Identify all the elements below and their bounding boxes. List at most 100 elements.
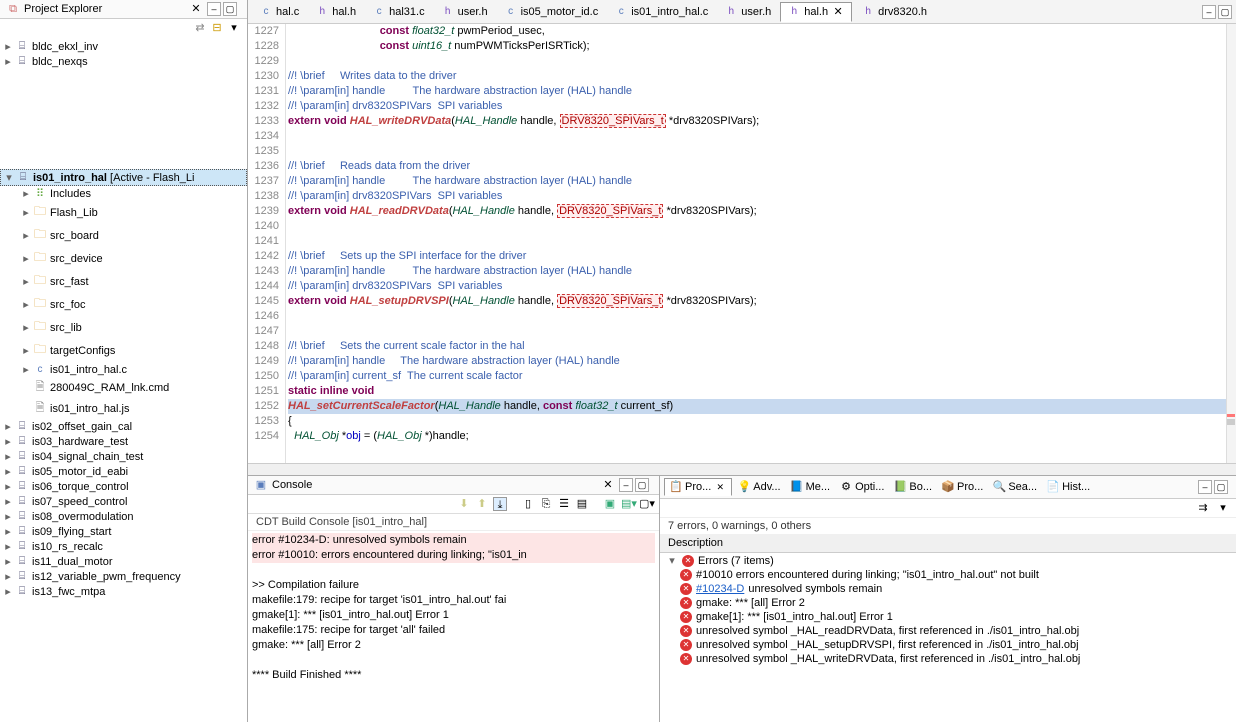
code-content[interactable]: const float32_t pwmPeriod_usec, const ui… bbox=[286, 24, 1236, 463]
editor-tab[interactable]: huser.h bbox=[717, 2, 778, 22]
editor-tab[interactable]: cis01_intro_hal.c bbox=[607, 2, 715, 22]
scroll-lock-icon[interactable]: ⤓ bbox=[493, 497, 507, 511]
project-node[interactable]: ▸ ⌸ is06_torque_control bbox=[0, 479, 247, 494]
expand-icon[interactable]: ▸ bbox=[2, 40, 14, 53]
code-line[interactable]: //! \param[in] drv8320SPIVars SPI variab… bbox=[288, 99, 1236, 114]
code-line[interactable]: //! \brief Sets up the SPI interface for… bbox=[288, 249, 1236, 264]
expand-icon[interactable]: ▸ bbox=[20, 275, 32, 288]
tree-item[interactable]: ▸ 🗀 src_foc bbox=[18, 293, 247, 316]
editor-tab[interactable]: hhal.h bbox=[308, 2, 363, 22]
expand-icon[interactable]: ▸ bbox=[20, 321, 32, 334]
expand-icon[interactable]: ▸ bbox=[2, 540, 14, 553]
tree-item[interactable]: ▸ 🗀 src_fast bbox=[18, 270, 247, 293]
project-node[interactable]: ▸ ⌸ is02_offset_gain_cal bbox=[0, 419, 247, 434]
project-node[interactable]: ▸ ⌸ is12_variable_pwm_frequency bbox=[0, 569, 247, 584]
view-menu-icon[interactable]: ▾ bbox=[1216, 501, 1230, 515]
close-icon[interactable]: ✕ bbox=[831, 5, 845, 19]
expand-icon[interactable]: ▸ bbox=[2, 55, 14, 68]
expand-icon[interactable]: ▸ bbox=[2, 570, 14, 583]
maximize-button[interactable]: ▢ bbox=[223, 2, 237, 16]
expand-icon[interactable]: ▸ bbox=[20, 187, 32, 200]
code-line[interactable]: //! \param[in] drv8320SPIVars SPI variab… bbox=[288, 189, 1236, 204]
expand-icon[interactable]: ▸ bbox=[20, 344, 32, 357]
console-output[interactable]: error #10234-D: unresolved symbols remai… bbox=[248, 531, 659, 722]
code-line[interactable]: extern void HAL_readDRVData(HAL_Handle h… bbox=[288, 204, 1236, 219]
remove-all-icon[interactable]: ▤ bbox=[575, 497, 589, 511]
code-line[interactable]: //! \param[in] handle The hardware abstr… bbox=[288, 354, 1236, 369]
expand-icon[interactable]: ▸ bbox=[2, 435, 14, 448]
project-node[interactable]: ▸ ⌸ is09_flying_start bbox=[0, 524, 247, 539]
bottom-tab[interactable]: 📦Pro... bbox=[937, 479, 987, 495]
problem-item[interactable]: ✕ unresolved symbol _HAL_setupDRVSPI, fi… bbox=[660, 638, 1236, 652]
code-line[interactable] bbox=[288, 324, 1236, 339]
maximize-button[interactable]: ▢ bbox=[1214, 480, 1228, 494]
expand-icon[interactable]: ▸ bbox=[20, 206, 32, 219]
expand-icon[interactable]: ▸ bbox=[2, 450, 14, 463]
editor-tab[interactable]: hhal.h ✕ bbox=[780, 2, 852, 22]
code-line[interactable]: static inline void bbox=[288, 384, 1236, 399]
collapse-icon[interactable]: ▾ bbox=[3, 171, 15, 184]
code-line[interactable]: HAL_setCurrentScaleFactor(HAL_Handle han… bbox=[288, 399, 1236, 414]
editor-tab[interactable]: chal.c bbox=[252, 2, 306, 22]
expand-icon[interactable]: ▸ bbox=[20, 363, 32, 376]
problem-item[interactable]: ✕ #10010 errors encountered during linki… bbox=[660, 568, 1236, 582]
problem-item[interactable]: ✕ gmake: *** [all] Error 2 bbox=[660, 596, 1236, 610]
minimize-button[interactable]: – bbox=[1198, 480, 1212, 494]
code-line[interactable]: //! \param[in] handle The hardware abstr… bbox=[288, 174, 1236, 189]
bottom-tab[interactable]: 📘Me... bbox=[786, 479, 834, 495]
bottom-tab[interactable]: 🔍Sea... bbox=[988, 479, 1041, 495]
collapse-icon[interactable]: ▾ bbox=[666, 554, 678, 567]
bottom-tab[interactable]: 💡Adv... bbox=[733, 479, 784, 495]
expand-icon[interactable]: ▸ bbox=[20, 229, 32, 242]
tree-item[interactable]: ▸ 🗀 src_lib bbox=[18, 316, 247, 339]
code-line[interactable] bbox=[288, 309, 1236, 324]
expand-icon[interactable]: ▸ bbox=[2, 480, 14, 493]
new-console-icon[interactable]: ▢▾ bbox=[639, 497, 653, 511]
close-icon[interactable]: ✕ bbox=[713, 480, 727, 494]
code-line[interactable] bbox=[288, 219, 1236, 234]
project-node[interactable]: ▸ ⌸ bldc_ekxl_inv bbox=[0, 39, 247, 54]
minimize-button[interactable]: – bbox=[1202, 5, 1216, 19]
code-line[interactable]: const float32_t pwmPeriod_usec, bbox=[288, 24, 1236, 39]
expand-icon[interactable]: ▸ bbox=[2, 585, 14, 598]
tree-item[interactable]: 🗎 is01_intro_hal.js bbox=[18, 398, 247, 419]
open-console-icon[interactable]: ▣ bbox=[603, 497, 617, 511]
next-error-icon[interactable]: ⬇ bbox=[457, 497, 471, 511]
problems-group-errors[interactable]: ▾ ✕ Errors (7 items) bbox=[660, 553, 1236, 568]
bottom-tab[interactable]: 📗Bo... bbox=[889, 479, 936, 495]
problems-column-header[interactable]: Description bbox=[660, 534, 1236, 553]
filters-icon[interactable]: ⇉ bbox=[1196, 501, 1210, 515]
project-node[interactable]: ▸ ⌸ is08_overmodulation bbox=[0, 509, 247, 524]
problems-tree[interactable]: ▾ ✕ Errors (7 items) ✕ #10010 errors enc… bbox=[660, 553, 1236, 722]
project-node[interactable]: ▸ ⌸ is07_speed_control bbox=[0, 494, 247, 509]
tree-item[interactable]: ▸ 🗀 targetConfigs bbox=[18, 339, 247, 362]
prev-error-icon[interactable]: ⬆ bbox=[475, 497, 489, 511]
problem-link[interactable]: #10234-D bbox=[696, 583, 744, 595]
code-line[interactable]: extern void HAL_writeDRVData(HAL_Handle … bbox=[288, 114, 1236, 129]
bottom-tab[interactable]: 📋Pro... ✕ bbox=[664, 478, 732, 496]
tree-item[interactable]: ▸ c is01_intro_hal.c bbox=[18, 362, 247, 377]
code-editor[interactable]: 1227122812291230123112321233123412351236… bbox=[248, 24, 1236, 463]
code-line[interactable]: //! \brief Sets the current scale factor… bbox=[288, 339, 1236, 354]
problem-item[interactable]: ✕ unresolved symbol _HAL_readDRVData, fi… bbox=[660, 624, 1236, 638]
display-selected-icon[interactable]: ☰ bbox=[557, 497, 571, 511]
project-node[interactable]: ▸ ⌸ is13_fwc_mtpa bbox=[0, 584, 247, 599]
project-node[interactable]: ▸ ⌸ is04_signal_chain_test bbox=[0, 449, 247, 464]
code-line[interactable]: //! \param[in] current_sf The current sc… bbox=[288, 369, 1236, 384]
code-line[interactable]: //! \brief Reads data from the driver bbox=[288, 159, 1236, 174]
tree-item[interactable]: ▸ 🗀 src_device bbox=[18, 247, 247, 270]
expand-icon[interactable]: ▸ bbox=[2, 495, 14, 508]
problem-item[interactable]: ✕ gmake[1]: *** [is01_intro_hal.out] Err… bbox=[660, 610, 1236, 624]
clear-console-icon[interactable]: ▯ bbox=[521, 497, 535, 511]
tree-item[interactable]: ▸ 🗀 src_board bbox=[18, 224, 247, 247]
code-line[interactable]: extern void HAL_setupDRVSPI(HAL_Handle h… bbox=[288, 294, 1236, 309]
code-line[interactable]: const uint16_t numPWMTicksPerISRTick); bbox=[288, 39, 1236, 54]
project-tree[interactable]: ▸ ⌸ bldc_ekxl_inv ▸ ⌸ bldc_nexqs ▾ ⌸ is0… bbox=[0, 37, 247, 722]
editor-tab[interactable]: chal31.c bbox=[365, 2, 431, 22]
code-line[interactable]: //! \param[in] handle The hardware abstr… bbox=[288, 84, 1236, 99]
editor-tab[interactable]: cis05_motor_id.c bbox=[497, 2, 606, 22]
close-icon[interactable]: ✕ bbox=[189, 2, 203, 16]
editor-tab[interactable]: hdrv8320.h bbox=[854, 2, 934, 22]
display-console-icon[interactable]: ▤▾ bbox=[621, 497, 635, 511]
maximize-button[interactable]: ▢ bbox=[1218, 5, 1232, 19]
